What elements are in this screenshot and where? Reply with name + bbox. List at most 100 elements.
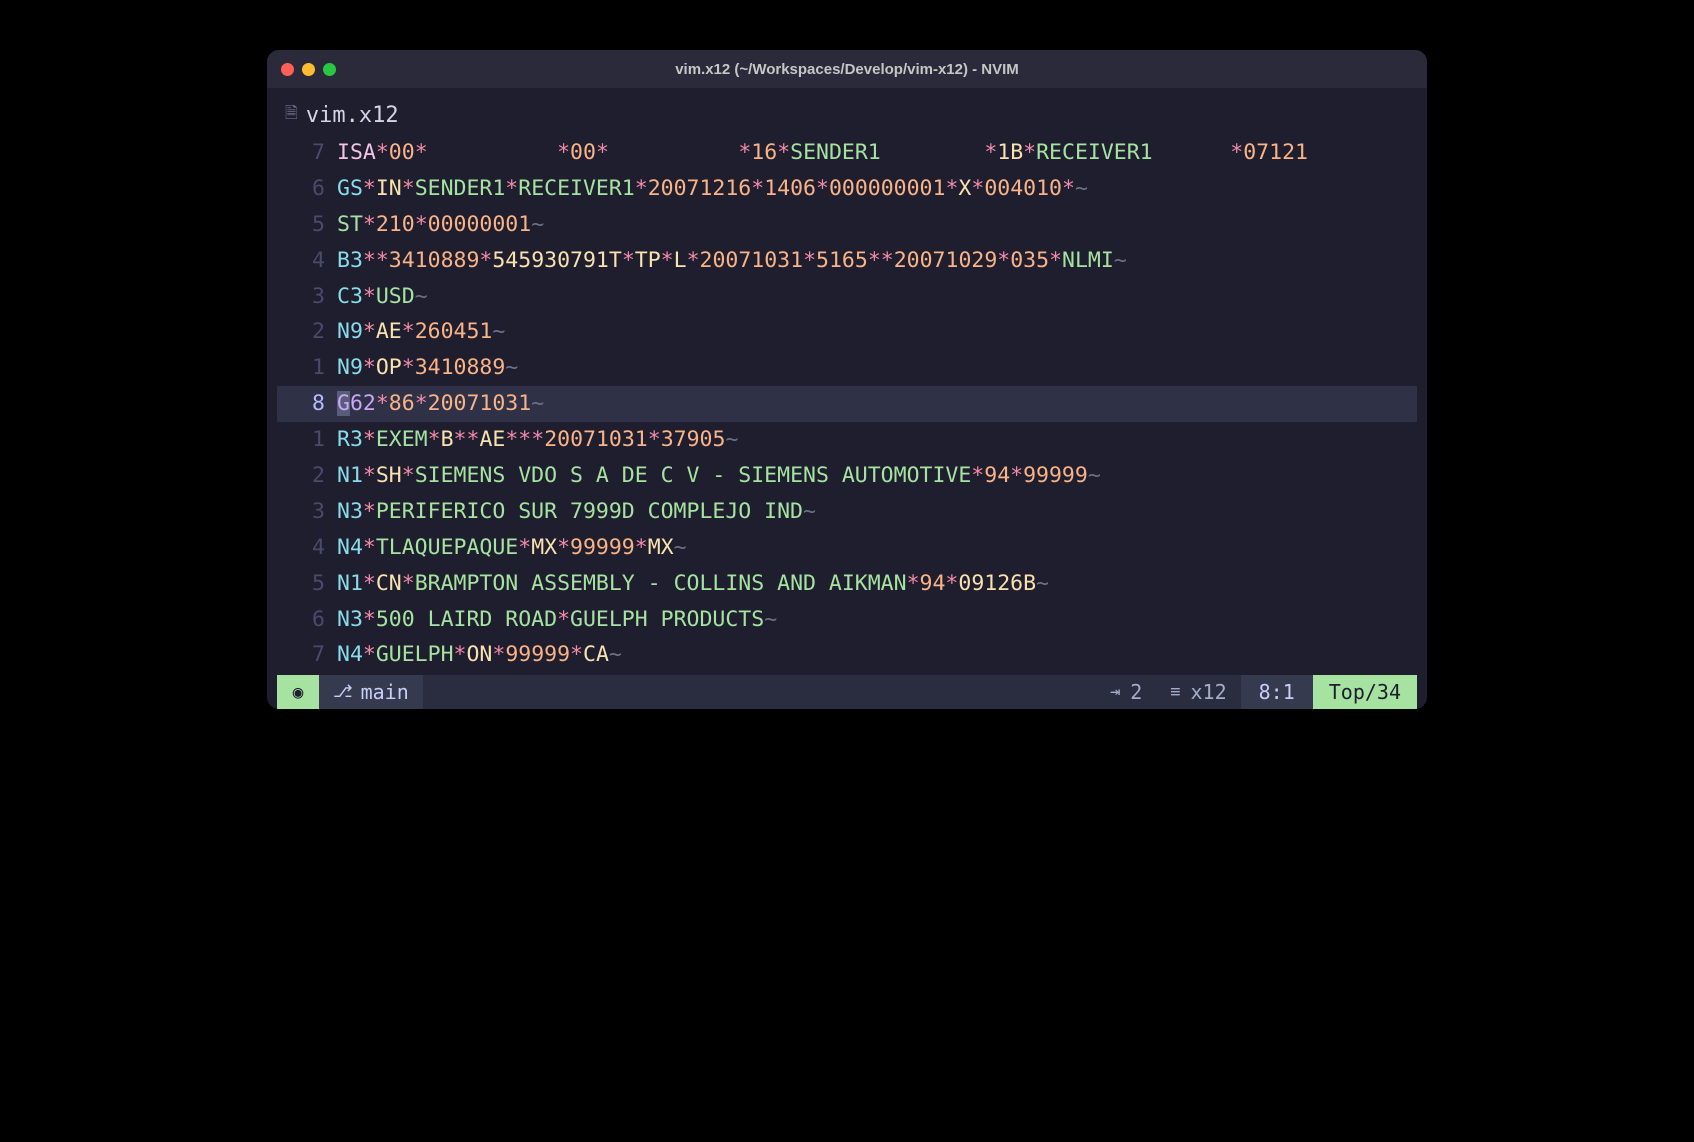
token: * bbox=[803, 248, 816, 273]
token: * bbox=[557, 607, 570, 632]
token: 62 bbox=[350, 391, 376, 416]
line-number: 1 bbox=[277, 350, 337, 386]
line-number: 7 bbox=[277, 135, 337, 171]
token: N4 bbox=[337, 642, 363, 667]
token: 260451 bbox=[415, 319, 493, 344]
editor-line[interactable]: 4N4*TLAQUEPAQUE*MX*99999*MX~ bbox=[277, 530, 1417, 566]
editor-line[interactable]: 3C3*USD~ bbox=[277, 279, 1417, 315]
editor-line[interactable]: 7N4*GUELPH*ON*99999*CA~ bbox=[277, 637, 1417, 673]
token: EXEM bbox=[376, 427, 428, 452]
line-number: 6 bbox=[277, 602, 337, 638]
token: N1 bbox=[337, 463, 363, 488]
branch-icon: ⎇ bbox=[333, 682, 353, 702]
token: * bbox=[868, 248, 881, 273]
editor-line[interactable]: 5ST*210*00000001~ bbox=[277, 207, 1417, 243]
line-number: 5 bbox=[277, 566, 337, 602]
line-content[interactable]: ISA*00* *00* *16*SENDER1 *1B*RECEIVER1 *… bbox=[337, 135, 1417, 171]
line-content[interactable]: GS*IN*SENDER1*RECEIVER1*20071216*1406*00… bbox=[337, 171, 1417, 207]
editor-line[interactable]: 6GS*IN*SENDER1*RECEIVER1*20071216*1406*0… bbox=[277, 171, 1417, 207]
token: 1406 bbox=[764, 176, 816, 201]
token: * bbox=[635, 176, 648, 201]
line-number: 2 bbox=[277, 314, 337, 350]
token: * bbox=[1049, 248, 1062, 273]
editor-line[interactable]: 2N1*SH*SIEMENS VDO S A DE C V - SIEMENS … bbox=[277, 458, 1417, 494]
line-content[interactable]: C3*USD~ bbox=[337, 279, 1417, 315]
line-content[interactable]: G62*86*20071031~ bbox=[337, 386, 1417, 422]
line-number: 7 bbox=[277, 637, 337, 673]
token: GS bbox=[337, 176, 363, 201]
line-number: 4 bbox=[277, 243, 337, 279]
token: * bbox=[363, 176, 376, 201]
token: 20071031 bbox=[544, 427, 648, 452]
tab-filename[interactable]: vim.x12 bbox=[306, 103, 399, 128]
editor-line[interactable]: 6N3*500 LAIRD ROAD*GUELPH PRODUCTS~ bbox=[277, 602, 1417, 638]
editor-line[interactable]: 7ISA*00* *00* *16*SENDER1 *1B*RECEIVER1 … bbox=[277, 135, 1417, 171]
editor-line[interactable]: 1R3*EXEM*B**AE***20071031*37905~ bbox=[277, 422, 1417, 458]
token: 20071216 bbox=[648, 176, 752, 201]
statusline: ◉ ⎇ main ⇥ 2 ≡ x12 8:1 Top/34 bbox=[277, 675, 1417, 709]
token: ON bbox=[466, 642, 492, 667]
token: TLAQUEPAQUE bbox=[376, 535, 518, 560]
token: ~ bbox=[1036, 571, 1049, 596]
editor-line[interactable]: 5N1*CN*BRAMPTON ASSEMBLY - COLLINS AND A… bbox=[277, 566, 1417, 602]
token: ~ bbox=[531, 212, 544, 237]
editor-line[interactable]: 3N3*PERIFERICO SUR 7999D COMPLEJO IND~ bbox=[277, 494, 1417, 530]
line-content[interactable]: ST*210*00000001~ bbox=[337, 207, 1417, 243]
editor-line[interactable]: 4B3**3410889*545930791T*TP*L*20071031*51… bbox=[277, 243, 1417, 279]
token: ~ bbox=[803, 499, 816, 524]
editor-line[interactable]: 8G62*86*20071031~ bbox=[277, 386, 1417, 422]
indent-value: 2 bbox=[1130, 680, 1142, 704]
token: * bbox=[363, 355, 376, 380]
titlebar[interactable]: vim.x12 (~/Workspaces/Develop/vim-x12) -… bbox=[267, 50, 1427, 88]
token: 09126B bbox=[958, 571, 1036, 596]
token: 00 bbox=[570, 140, 596, 165]
line-content[interactable]: N1*CN*BRAMPTON ASSEMBLY - COLLINS AND AI… bbox=[337, 566, 1417, 602]
token: B3 bbox=[337, 248, 363, 273]
token: OP bbox=[376, 355, 402, 380]
line-content[interactable]: N1*SH*SIEMENS VDO S A DE C V - SIEMENS A… bbox=[337, 458, 1417, 494]
minimize-button[interactable] bbox=[302, 63, 315, 76]
token: * bbox=[881, 248, 894, 273]
token: 99999 bbox=[1023, 463, 1088, 488]
token: 07121 bbox=[1243, 140, 1308, 165]
token: * bbox=[648, 427, 661, 452]
line-content[interactable]: N3*500 LAIRD ROAD*GUELPH PRODUCTS~ bbox=[337, 602, 1417, 638]
close-button[interactable] bbox=[281, 63, 294, 76]
token: * bbox=[363, 319, 376, 344]
token: USD bbox=[376, 284, 415, 309]
token: ~ bbox=[531, 391, 544, 416]
token: BRAMPTON ASSEMBLY - COLLINS AND AIKMAN bbox=[415, 571, 907, 596]
token: 035 bbox=[1010, 248, 1049, 273]
line-content[interactable]: N3*PERIFERICO SUR 7999D COMPLEJO IND~ bbox=[337, 494, 1417, 530]
editor-pane: 🗎 vim.x12 7ISA*00* *00* *16*SENDER1 *1B*… bbox=[267, 88, 1427, 709]
line-content[interactable]: N4*GUELPH*ON*99999*CA~ bbox=[337, 637, 1417, 673]
line-content[interactable]: N9*AE*260451~ bbox=[337, 314, 1417, 350]
line-content[interactable]: R3*EXEM*B**AE***20071031*37905~ bbox=[337, 422, 1417, 458]
token: * bbox=[518, 535, 531, 560]
token: SENDER1 bbox=[415, 176, 506, 201]
token: NLMI bbox=[1062, 248, 1114, 273]
line-content[interactable]: N4*TLAQUEPAQUE*MX*99999*MX~ bbox=[337, 530, 1417, 566]
mode-icon: ◉ bbox=[293, 682, 304, 703]
token: * bbox=[376, 140, 389, 165]
token: L bbox=[674, 248, 687, 273]
editor-line[interactable]: 2N9*AE*260451~ bbox=[277, 314, 1417, 350]
token: RECEIVER1 bbox=[518, 176, 635, 201]
token: 00 bbox=[389, 140, 415, 165]
line-content[interactable]: N9*OP*3410889~ bbox=[337, 350, 1417, 386]
token: * bbox=[415, 212, 428, 237]
token: * bbox=[1010, 463, 1023, 488]
token: * bbox=[415, 140, 428, 165]
token: ISA bbox=[337, 140, 376, 165]
token: * bbox=[751, 176, 764, 201]
token: GUELPH PRODUCTS bbox=[570, 607, 764, 632]
token: * bbox=[984, 140, 997, 165]
token: * bbox=[415, 391, 428, 416]
editor-area[interactable]: 7ISA*00* *00* *16*SENDER1 *1B*RECEIVER1 … bbox=[277, 135, 1417, 673]
line-content[interactable]: B3**3410889*545930791T*TP*L*20071031*516… bbox=[337, 243, 1417, 279]
token: * bbox=[363, 284, 376, 309]
editor-line[interactable]: 1N9*OP*3410889~ bbox=[277, 350, 1417, 386]
token: * bbox=[376, 248, 389, 273]
maximize-button[interactable] bbox=[323, 63, 336, 76]
token: 004010 bbox=[984, 176, 1062, 201]
